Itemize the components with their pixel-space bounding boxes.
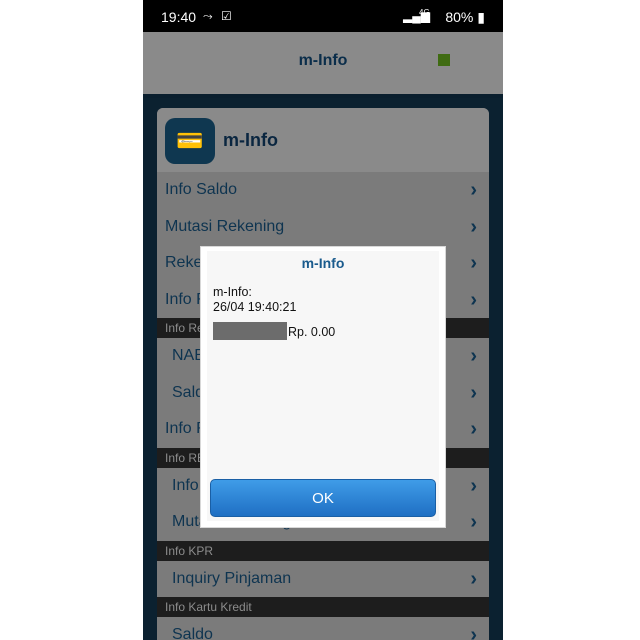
menu-item-saldo-kartu[interactable]: Saldo ›: [157, 617, 489, 640]
section-header-kartu-kredit: Info Kartu Kredit: [157, 597, 489, 617]
chevron-right-icon: ›: [470, 511, 477, 533]
minfo-logo-icon: 💳: [165, 118, 215, 164]
chevron-right-icon: ›: [470, 252, 477, 274]
chevron-right-icon: ›: [470, 418, 477, 440]
chevron-right-icon: ›: [470, 567, 477, 590]
app-header: m-Info: [143, 32, 503, 98]
menu-item-mutasi-rekening[interactable]: Mutasi Rekening ›: [157, 209, 489, 246]
ok-button[interactable]: OK: [210, 479, 436, 517]
dialog-title: m-Info: [301, 255, 345, 271]
checkbox-icon: ☑: [221, 9, 232, 23]
missed-call-icon: ⤳: [203, 9, 213, 23]
dialog-message-label: m-Info:: [213, 285, 252, 299]
card-header: 💳 m-Info: [157, 108, 489, 172]
card-title: m-Info: [223, 130, 278, 150]
chevron-right-icon: ›: [470, 215, 477, 238]
menu-item-info-saldo[interactable]: Info Saldo ›: [157, 172, 489, 209]
chevron-right-icon: ›: [470, 381, 477, 404]
menu-item-inquiry-pinjaman[interactable]: Inquiry Pinjaman ›: [157, 561, 489, 598]
status-time: 19:40: [161, 9, 197, 25]
info-dialog: m-Info m-Info: 26/04 19:40:21 Rp. 0.00 O…: [200, 246, 446, 528]
status-indicator-icon: [438, 54, 450, 66]
chevron-right-icon: ›: [470, 288, 477, 311]
redacted-account-number: [213, 322, 287, 340]
chevron-right-icon: ›: [470, 624, 477, 640]
network-type: 4G: [419, 8, 430, 17]
status-bar: 19:40 ⤳ ☑ ▂▄▆ 4G 80% ▮: [143, 0, 503, 32]
battery-icon: ▮: [477, 9, 485, 25]
dialog-body: m-Info m-Info: 26/04 19:40:21 Rp. 0.00 O…: [207, 251, 439, 521]
dialog-amount: Rp. 0.00: [288, 325, 336, 339]
dialog-timestamp: 26/04 19:40:21: [213, 300, 297, 314]
section-header-kpr: Info KPR: [157, 540, 489, 561]
chevron-right-icon: ›: [470, 474, 477, 497]
battery-level: 80% ▮: [445, 9, 485, 25]
chevron-right-icon: ›: [470, 179, 477, 201]
chevron-right-icon: ›: [470, 345, 477, 367]
